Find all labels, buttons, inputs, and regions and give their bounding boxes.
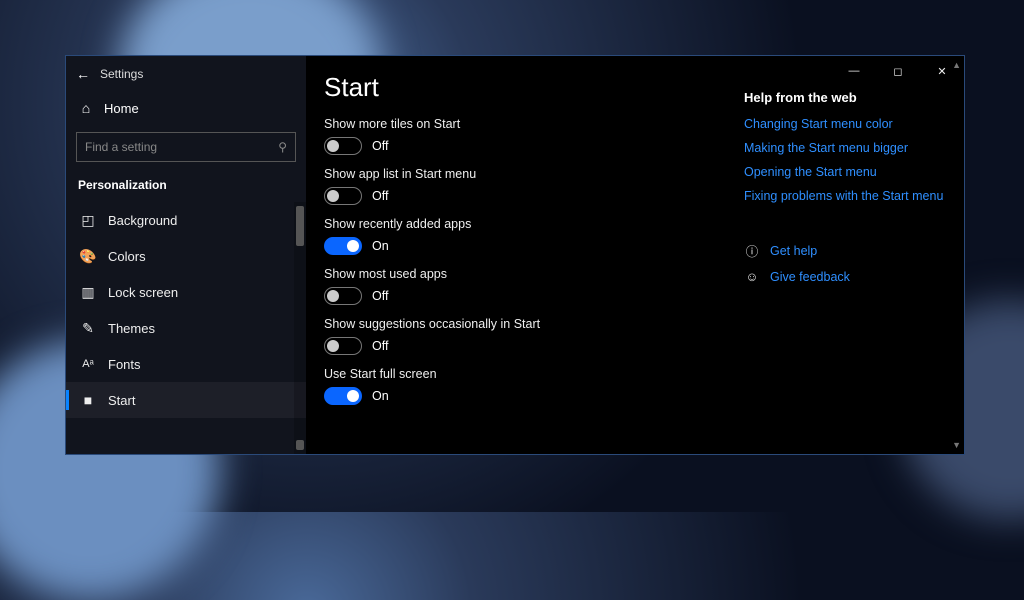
help-panel: Help from the web Changing Start menu co… xyxy=(744,56,964,454)
setting-show-app-list: Show app list in Start menu Off xyxy=(324,167,744,205)
maximize-button[interactable]: ◻ xyxy=(876,56,920,86)
search-placeholder: Find a setting xyxy=(85,140,157,154)
search-input[interactable]: Find a setting ⚲ xyxy=(76,132,296,162)
sidebar-item-label: Fonts xyxy=(108,357,141,372)
start-icon: ■ xyxy=(80,392,96,408)
toggle-state: Off xyxy=(372,189,388,203)
feedback-icon: ☺ xyxy=(744,270,760,284)
give-feedback-link[interactable]: ☺ Give feedback xyxy=(744,270,948,284)
sidebar-category: Personalization xyxy=(66,174,306,202)
get-help-label: Get help xyxy=(770,244,817,258)
help-link[interactable]: Fixing problems with the Start menu xyxy=(744,189,948,203)
themes-icon: ✎ xyxy=(80,320,96,336)
toggle-state: On xyxy=(372,389,389,403)
sidebar-home[interactable]: ⌂ Home xyxy=(66,92,306,124)
lockscreen-icon: ▥ xyxy=(80,284,96,300)
sidebar-item-colors[interactable]: 🎨 Colors xyxy=(66,238,306,274)
main-panel: Start Show more tiles on Start Off Show … xyxy=(306,56,744,454)
help-link[interactable]: Opening the Start menu xyxy=(744,165,948,179)
sidebar-item-label: Background xyxy=(108,213,177,228)
sidebar-item-lockscreen[interactable]: ▥ Lock screen xyxy=(66,274,306,310)
scroll-up-icon[interactable]: ▲ xyxy=(952,60,961,70)
setting-suggestions: Show suggestions occasionally in Start O… xyxy=(324,317,744,355)
background-icon: ◰ xyxy=(80,212,96,228)
setting-label: Show more tiles on Start xyxy=(324,117,744,131)
help-link[interactable]: Making the Start menu bigger xyxy=(744,141,948,155)
toggle-most-used[interactable] xyxy=(324,287,362,305)
toggle-recently-added[interactable] xyxy=(324,237,362,255)
content-area: — ◻ ✕ Start Show more tiles on Start Off… xyxy=(306,56,964,454)
titlebar: ← Settings xyxy=(66,56,306,92)
sidebar-item-themes[interactable]: ✎ Themes xyxy=(66,310,306,346)
search-icon: ⚲ xyxy=(278,140,287,154)
window-controls: — ◻ ✕ xyxy=(832,56,964,86)
give-feedback-label: Give feedback xyxy=(770,270,850,284)
setting-label: Show recently added apps xyxy=(324,217,744,231)
help-link[interactable]: Changing Start menu color xyxy=(744,117,948,131)
page-title: Start xyxy=(324,72,744,103)
sidebar-item-label: Start xyxy=(108,393,135,408)
setting-label: Use Start full screen xyxy=(324,367,744,381)
sidebar-item-fonts[interactable]: Aᵃ Fonts xyxy=(66,346,306,382)
toggle-full-screen[interactable] xyxy=(324,387,362,405)
toggle-show-more-tiles[interactable] xyxy=(324,137,362,155)
sidebar-item-label: Colors xyxy=(108,249,146,264)
settings-window: ← Settings ⌂ Home Find a setting ⚲ Perso… xyxy=(65,55,965,455)
setting-label: Show suggestions occasionally in Start xyxy=(324,317,744,331)
window-title: Settings xyxy=(100,67,143,81)
sidebar: ← Settings ⌂ Home Find a setting ⚲ Perso… xyxy=(66,56,306,454)
sidebar-item-start[interactable]: ■ Start xyxy=(66,382,306,418)
scroll-down-icon[interactable]: ▼ xyxy=(952,440,961,450)
toggle-suggestions[interactable] xyxy=(324,337,362,355)
sidebar-scrollbar[interactable] xyxy=(294,202,306,454)
setting-recently-added: Show recently added apps On xyxy=(324,217,744,255)
sidebar-nav: ◰ Background 🎨 Colors ▥ Lock screen ✎ Th… xyxy=(66,202,306,454)
content-scrollbar[interactable]: ▲ ▼ xyxy=(950,56,964,454)
scrollbar-thumb[interactable] xyxy=(296,206,304,246)
scrollbar-thumb[interactable] xyxy=(296,440,304,450)
toggle-state: Off xyxy=(372,289,388,303)
setting-label: Show app list in Start menu xyxy=(324,167,744,181)
fonts-icon: Aᵃ xyxy=(80,356,96,372)
sidebar-item-background[interactable]: ◰ Background xyxy=(66,202,306,238)
home-label: Home xyxy=(104,101,139,116)
sidebar-item-label: Lock screen xyxy=(108,285,178,300)
get-help-link[interactable]: ⓘ Get help xyxy=(744,241,948,260)
setting-most-used: Show most used apps Off xyxy=(324,267,744,305)
sidebar-item-label: Themes xyxy=(108,321,155,336)
toggle-state: Off xyxy=(372,139,388,153)
setting-label: Show most used apps xyxy=(324,267,744,281)
toggle-show-app-list[interactable] xyxy=(324,187,362,205)
setting-show-more-tiles: Show more tiles on Start Off xyxy=(324,117,744,155)
toggle-state: On xyxy=(372,239,389,253)
help-heading: Help from the web xyxy=(744,90,948,105)
toggle-state: Off xyxy=(372,339,388,353)
back-button[interactable]: ← xyxy=(76,66,100,82)
home-icon: ⌂ xyxy=(78,100,94,116)
minimize-button[interactable]: — xyxy=(832,56,876,86)
setting-full-screen: Use Start full screen On xyxy=(324,367,744,405)
colors-icon: 🎨 xyxy=(80,248,96,264)
help-icon: ⓘ xyxy=(744,241,760,260)
